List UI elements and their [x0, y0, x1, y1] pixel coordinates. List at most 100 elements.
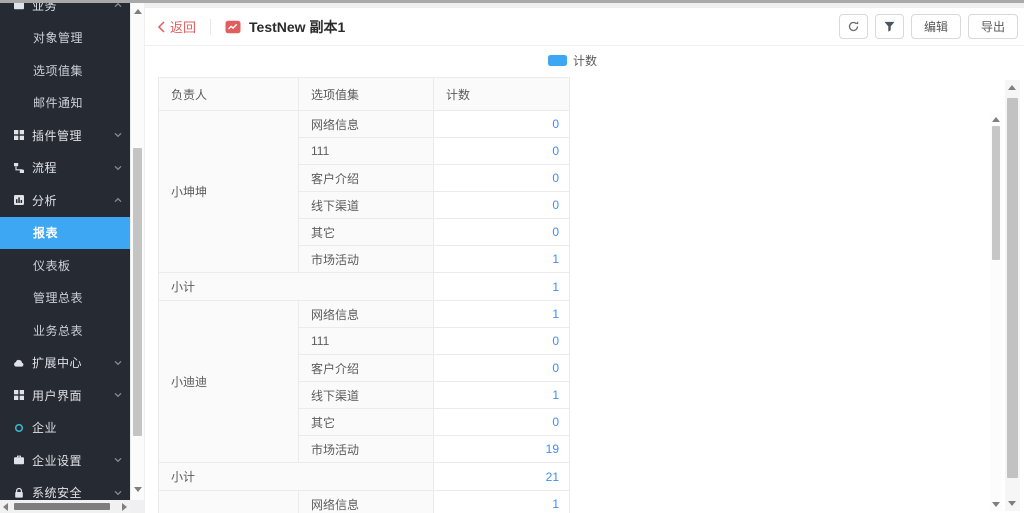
- owner-cell: 小坤坤: [159, 111, 299, 273]
- sidebar-item-label: 分析: [32, 192, 57, 209]
- sidebar-item-label: 邮件通知: [33, 94, 83, 111]
- scroll-down-icon[interactable]: [992, 502, 1000, 507]
- sidebar-item-label: 插件管理: [32, 127, 82, 144]
- sidebar-item-label: 系统安全: [32, 484, 82, 500]
- count-value-link[interactable]: 0: [434, 328, 570, 355]
- scroll-down-icon[interactable]: [134, 487, 142, 492]
- count-value-link[interactable]: 0: [434, 355, 570, 382]
- owner-cell: 小迪迪: [159, 301, 299, 463]
- table-vertical-scrollbar-thumb[interactable]: [992, 126, 1000, 260]
- option-set-cell: 网络信息: [299, 491, 434, 513]
- sidebar-item[interactable]: 企业设置: [0, 444, 130, 477]
- chart-icon: [13, 194, 25, 206]
- page-vertical-scrollbar-thumb[interactable]: [1007, 98, 1018, 478]
- sidebar-vertical-scrollbar-thumb[interactable]: [133, 148, 142, 436]
- back-chevron-icon: [157, 21, 166, 33]
- option-set-cell: 其它: [299, 219, 434, 246]
- count-value-link[interactable]: 0: [434, 192, 570, 219]
- page-vertical-scrollbar[interactable]: [1005, 80, 1020, 511]
- option-set-cell: 111: [299, 328, 434, 355]
- sidebar-vertical-scrollbar[interactable]: [130, 3, 144, 500]
- report-table-wrap: 负责人选项值集计数 小坤坤网络信息01110客户介绍0线下渠道0其它0市场活动1…: [158, 77, 570, 513]
- count-value-link[interactable]: 1: [434, 382, 570, 409]
- sidebar-item[interactable]: 业务总表: [0, 314, 130, 347]
- count-value-link[interactable]: 1: [434, 246, 570, 273]
- table-vertical-scrollbar[interactable]: [990, 113, 1002, 511]
- count-value-link[interactable]: 1: [434, 491, 570, 513]
- edit-button[interactable]: 编辑: [911, 14, 961, 39]
- sidebar-item[interactable]: 仪表板: [0, 249, 130, 282]
- option-set-cell: 市场活动: [299, 436, 434, 463]
- toolbar-divider: [210, 19, 211, 35]
- sidebar-item-label: 用户界面: [32, 387, 82, 404]
- count-value-link[interactable]: 19: [434, 436, 570, 463]
- sidebar-item[interactable]: 选项值集: [0, 54, 130, 87]
- sidebar-item[interactable]: 邮件通知: [0, 87, 130, 120]
- sidebar-item-label: 流程: [32, 159, 57, 176]
- sidebar-item[interactable]: 流程: [0, 152, 130, 185]
- filter-button[interactable]: [875, 14, 904, 39]
- sidebar-item-label: 管理总表: [33, 289, 83, 306]
- main-panel: 返回 TestNew 副本1 编辑 导出 计数 负责人选项值集计数 小坤坤网络信…: [145, 8, 1024, 513]
- sidebar-nav: 业务对象管理选项值集邮件通知插件管理流程分析报表仪表板管理总表业务总表扩展中心用…: [0, 3, 130, 500]
- count-value-link[interactable]: 0: [434, 409, 570, 436]
- option-set-cell: 111: [299, 138, 434, 165]
- chevron-down-icon: [113, 130, 123, 140]
- table-header-row: 负责人选项值集计数: [159, 78, 570, 111]
- sidebar-item[interactable]: 分析: [0, 184, 130, 217]
- sidebar-item[interactable]: 扩展中心: [0, 347, 130, 380]
- column-header: 选项值集: [299, 78, 434, 111]
- briefcase-icon: [13, 3, 25, 11]
- subtotal-value-link[interactable]: 21: [434, 463, 570, 491]
- grid-icon: [13, 129, 25, 141]
- option-set-cell: 客户介绍: [299, 165, 434, 192]
- scroll-right-icon[interactable]: [122, 503, 127, 511]
- sidebar-item[interactable]: 报表: [0, 217, 130, 250]
- window-top-strip: [0, 0, 1024, 3]
- sidebar-item[interactable]: 用户界面: [0, 379, 130, 412]
- option-set-cell: 市场活动: [299, 246, 434, 273]
- sidebar-item[interactable]: 业务: [0, 3, 130, 22]
- refresh-button[interactable]: [839, 14, 868, 39]
- export-button[interactable]: 导出: [968, 14, 1018, 39]
- scroll-up-icon[interactable]: [1008, 85, 1016, 90]
- sidebar-horizontal-scrollbar-thumb[interactable]: [14, 503, 110, 510]
- count-value-link[interactable]: 0: [434, 219, 570, 246]
- sidebar-item-label: 对象管理: [33, 29, 83, 46]
- cloud-icon: [13, 357, 25, 369]
- refresh-icon: [847, 20, 860, 33]
- count-value-link[interactable]: 0: [434, 138, 570, 165]
- sidebar-item-label: 扩展中心: [32, 354, 82, 371]
- count-value-link[interactable]: 0: [434, 165, 570, 192]
- scroll-up-icon[interactable]: [992, 117, 1000, 122]
- scroll-down-icon[interactable]: [1008, 501, 1016, 506]
- page-title: TestNew 副本1: [249, 17, 345, 37]
- sidebar-item[interactable]: 管理总表: [0, 282, 130, 315]
- sidebar-item[interactable]: 企业: [0, 412, 130, 445]
- filter-icon: [883, 20, 896, 33]
- sidebar-item[interactable]: 对象管理: [0, 22, 130, 55]
- chevron-up-icon: [113, 195, 123, 205]
- sidebar-item-label: 业务: [32, 3, 57, 14]
- chevron-down-icon: [113, 358, 123, 368]
- scroll-left-icon[interactable]: [3, 503, 8, 511]
- legend-swatch: [548, 55, 567, 66]
- sidebar-item[interactable]: 系统安全: [0, 477, 130, 501]
- grid-icon: [13, 389, 25, 401]
- subtotal-value-link[interactable]: 1: [434, 273, 570, 301]
- flow-icon: [13, 162, 25, 174]
- back-link[interactable]: 返回: [157, 17, 196, 36]
- toolbar-actions: 编辑 导出: [839, 14, 1018, 39]
- sidebar-horizontal-scrollbar[interactable]: [0, 500, 130, 513]
- sidebar-item[interactable]: 插件管理: [0, 119, 130, 152]
- column-header: 负责人: [159, 78, 299, 111]
- toolbar: 返回 TestNew 副本1 编辑 导出: [145, 8, 1024, 46]
- chart-legend: 计数: [145, 52, 1000, 69]
- option-set-cell: 网络信息: [299, 111, 434, 138]
- sidebar-item-label: 仪表板: [33, 257, 71, 274]
- chevron-down-icon: [113, 488, 123, 498]
- sidebar-item-label: 企业: [32, 419, 57, 436]
- count-value-link[interactable]: 0: [434, 111, 570, 138]
- scroll-up-icon[interactable]: [134, 9, 142, 14]
- count-value-link[interactable]: 1: [434, 301, 570, 328]
